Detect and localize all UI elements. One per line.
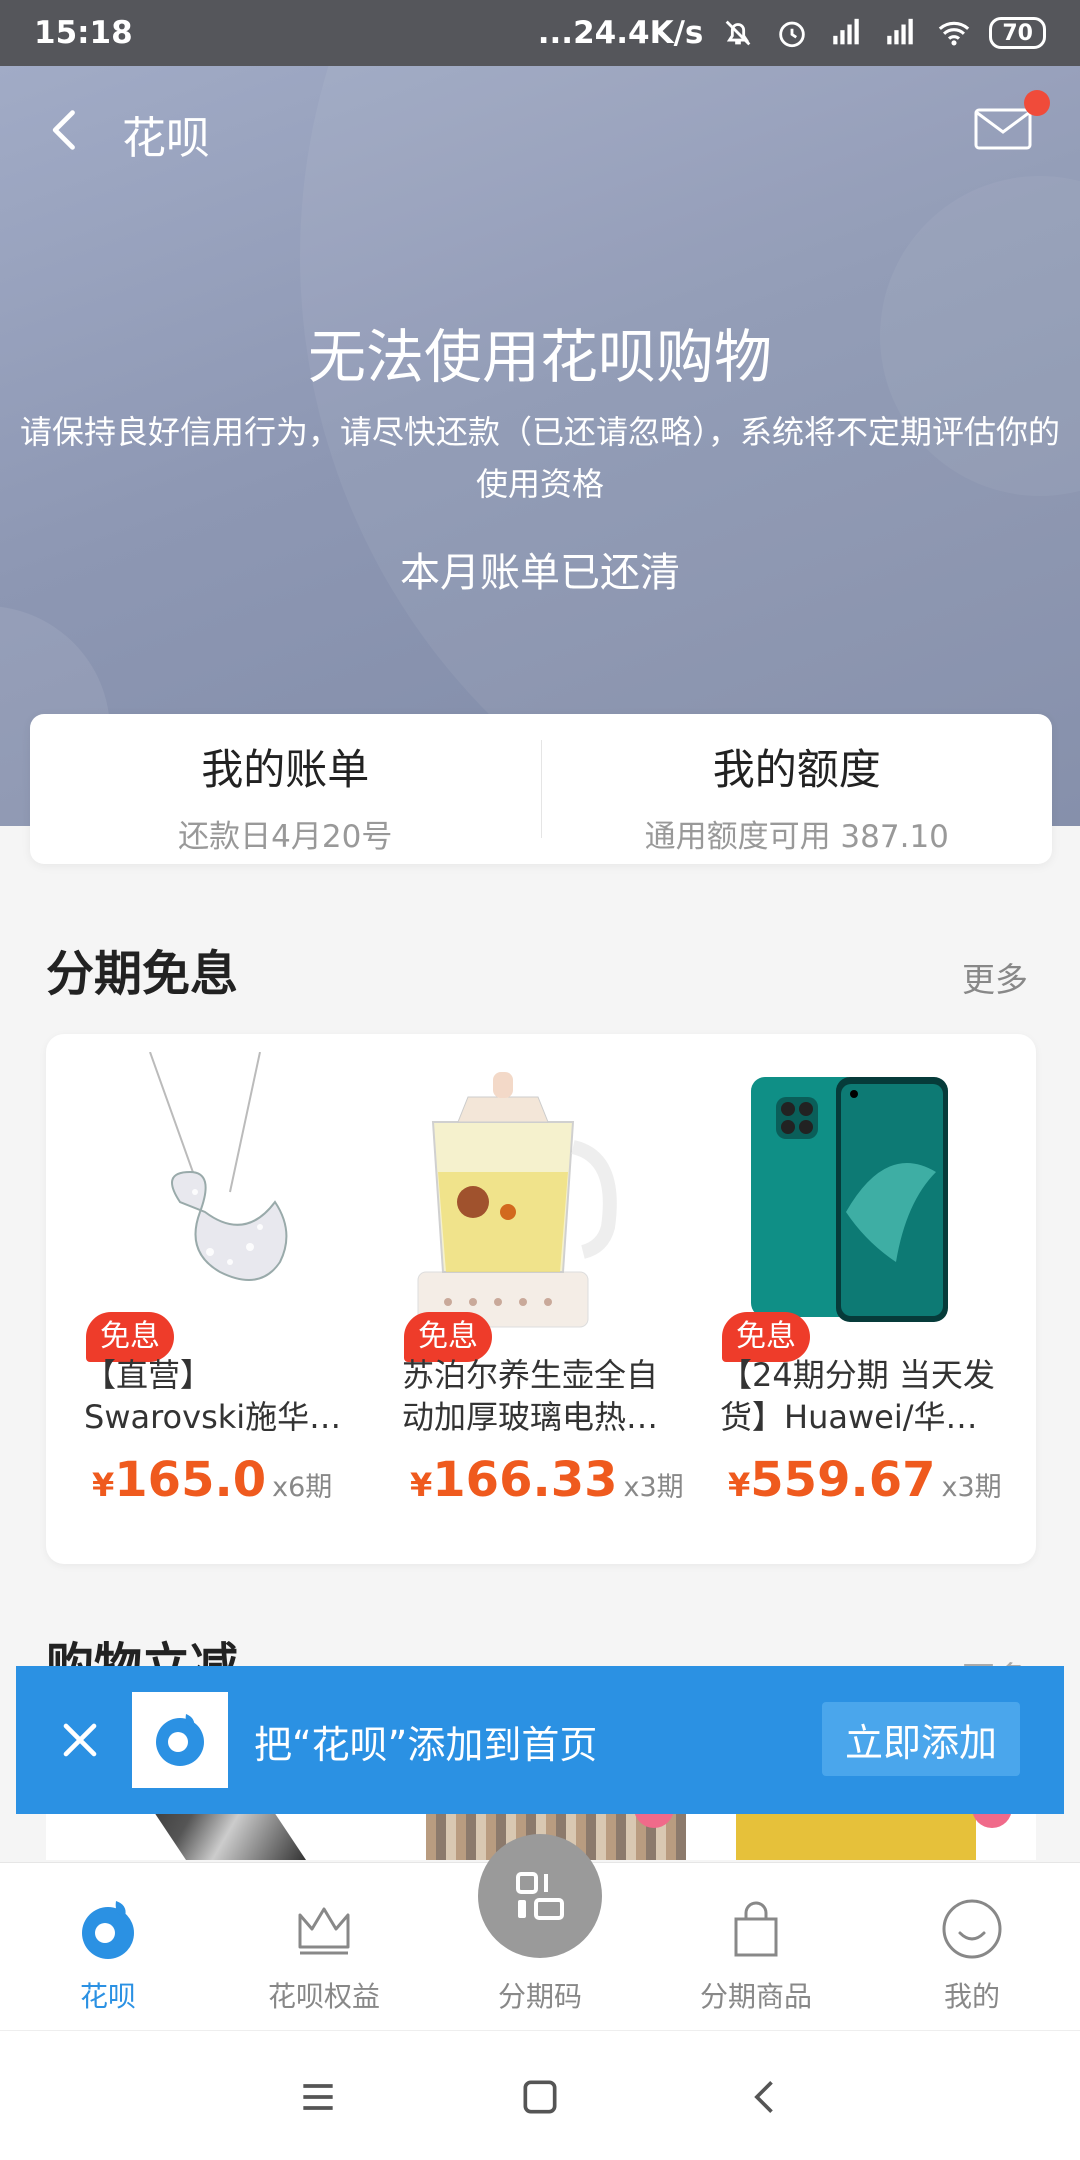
add-now-button[interactable]: 立即添加 <box>822 1702 1020 1776</box>
product-price: ¥165.0 x6期 <box>92 1452 332 1508</box>
tab-installment-goods[interactable]: 分期商品 <box>648 1863 864 2031</box>
mail-icon[interactable] <box>974 108 1032 150</box>
page-title: 花呗 <box>122 113 210 164</box>
installment-code-button[interactable] <box>478 1834 602 1958</box>
shopping-bag-icon <box>734 1901 778 1957</box>
back-icon[interactable] <box>744 2075 788 2119</box>
menu-icon[interactable] <box>296 2075 340 2119</box>
smile-icon <box>942 1899 1002 1959</box>
price-amount: 165.0 <box>114 1452 267 1508</box>
my-credit-entry[interactable]: 我的额度 通用额度可用 387.10 <box>540 740 1053 855</box>
hero-title: 无法使用花呗购物 <box>307 323 772 391</box>
tab-label: 分期码 <box>497 1980 582 2013</box>
system-navigation-bar <box>0 2030 1080 2160</box>
price-amount: 559.67 <box>750 1452 936 1508</box>
huabei-logo <box>132 1692 228 1788</box>
currency-symbol: ¥ <box>92 1466 115 1504</box>
tab-mine[interactable]: 我的 <box>864 1863 1080 2031</box>
crown-icon <box>298 1907 350 1955</box>
back-arrow-icon[interactable] <box>40 104 92 156</box>
unread-dot <box>1024 90 1050 116</box>
tab-label: 花呗 <box>79 1980 136 2013</box>
my-bill-entry[interactable]: 我的账单 还款日4月20号 <box>30 714 541 864</box>
net-speed: ...24.4K/s <box>537 15 704 51</box>
my-credit-title: 我的额度 <box>712 745 881 794</box>
product-name: 【24期分期 当天发货】Huawei/华… <box>720 1356 995 1436</box>
close-icon[interactable] <box>52 1712 108 1768</box>
installment-period: x3期 <box>623 1472 684 1503</box>
currency-symbol: ¥ <box>410 1466 433 1504</box>
top-nav: 花呗 <box>0 90 1080 170</box>
status-bar: 15:18 ...24.4K/s 70 <box>0 0 1080 66</box>
alarm-icon <box>773 14 811 52</box>
product-price: ¥559.67 x3期 <box>728 1452 1002 1508</box>
hero-description: 请保持良好信用行为，请尽快还款（已还请忽略），系统将不定期评估你的使用资格 <box>19 413 1060 503</box>
add-to-home-banner: 把“花呗”添加到首页 立即添加 <box>16 1666 1064 1814</box>
available-credit: 通用额度可用 387.10 <box>644 819 949 855</box>
tab-label: 花呗权益 <box>267 1980 380 2013</box>
installment-period: x6期 <box>272 1472 333 1503</box>
installment-period: x3期 <box>941 1472 1002 1503</box>
signal-hd-icon <box>881 14 919 52</box>
product-list: 免息 【直营】Swarovski施华洛世奇天鹅… ¥165.0x6期 免息 苏泊… <box>46 1034 1036 1564</box>
mute-bell-icon <box>719 14 757 52</box>
account-summary-card: 我的账单 还款日4月20号 我的额度 通用额度可用 387.10 <box>30 714 1052 864</box>
tab-label: 分期商品 <box>699 1980 812 2013</box>
price-amount: 166.33 <box>432 1452 618 1508</box>
tab-huabei[interactable]: 花呗 <box>0 1863 216 2031</box>
product-image <box>736 1810 976 1860</box>
tab-label: 我的 <box>943 1980 1000 2013</box>
health-kettle-image <box>417 1072 617 1328</box>
status-right: ...24.4K/s 70 <box>538 14 1046 52</box>
product-name: 苏泊尔养生壶全自动加厚玻璃电热… <box>402 1356 659 1436</box>
signal-hd-icon <box>827 14 865 52</box>
tab-benefits[interactable]: 花呗权益 <box>216 1863 432 2031</box>
bill-status: 本月账单已还清 <box>400 550 680 596</box>
product-price: ¥166.33 x3期 <box>410 1452 684 1508</box>
product-card[interactable]: 免息 【直营】Swarovski施华洛世奇天鹅… ¥165.0x6期 <box>46 1034 366 1564</box>
huabei-icon <box>156 1714 204 1766</box>
banner-text: 把“花呗”添加到首页 <box>254 1723 598 1767</box>
my-bill-title: 我的账单 <box>201 745 370 794</box>
huabei-icon <box>82 1901 134 1959</box>
battery-indicator: 70 <box>989 17 1046 49</box>
status-time: 15:18 <box>34 15 133 51</box>
product-card[interactable]: 免息 【24期分期 当天发货】Huawei/华… ¥559.67 x3期 <box>682 1034 1002 1564</box>
swan-necklace-image <box>149 1052 288 1281</box>
product-card[interactable]: 免息 苏泊尔养生壶全自动加厚玻璃电热… ¥166.33 x3期 <box>364 1034 684 1564</box>
repayment-date: 还款日4月20号 <box>178 819 393 855</box>
product-name: 【直营】Swarovski施华洛世奇天鹅… <box>84 1356 342 1436</box>
green-phone-image <box>751 1077 948 1322</box>
wifi-icon <box>935 14 973 52</box>
qr-code-icon <box>516 1872 564 1920</box>
section-title-installments: 分期免息 <box>46 946 239 1002</box>
home-icon[interactable] <box>518 2075 562 2119</box>
currency-symbol: ¥ <box>728 1466 751 1504</box>
more-link[interactable]: 更多 <box>962 953 1028 1001</box>
